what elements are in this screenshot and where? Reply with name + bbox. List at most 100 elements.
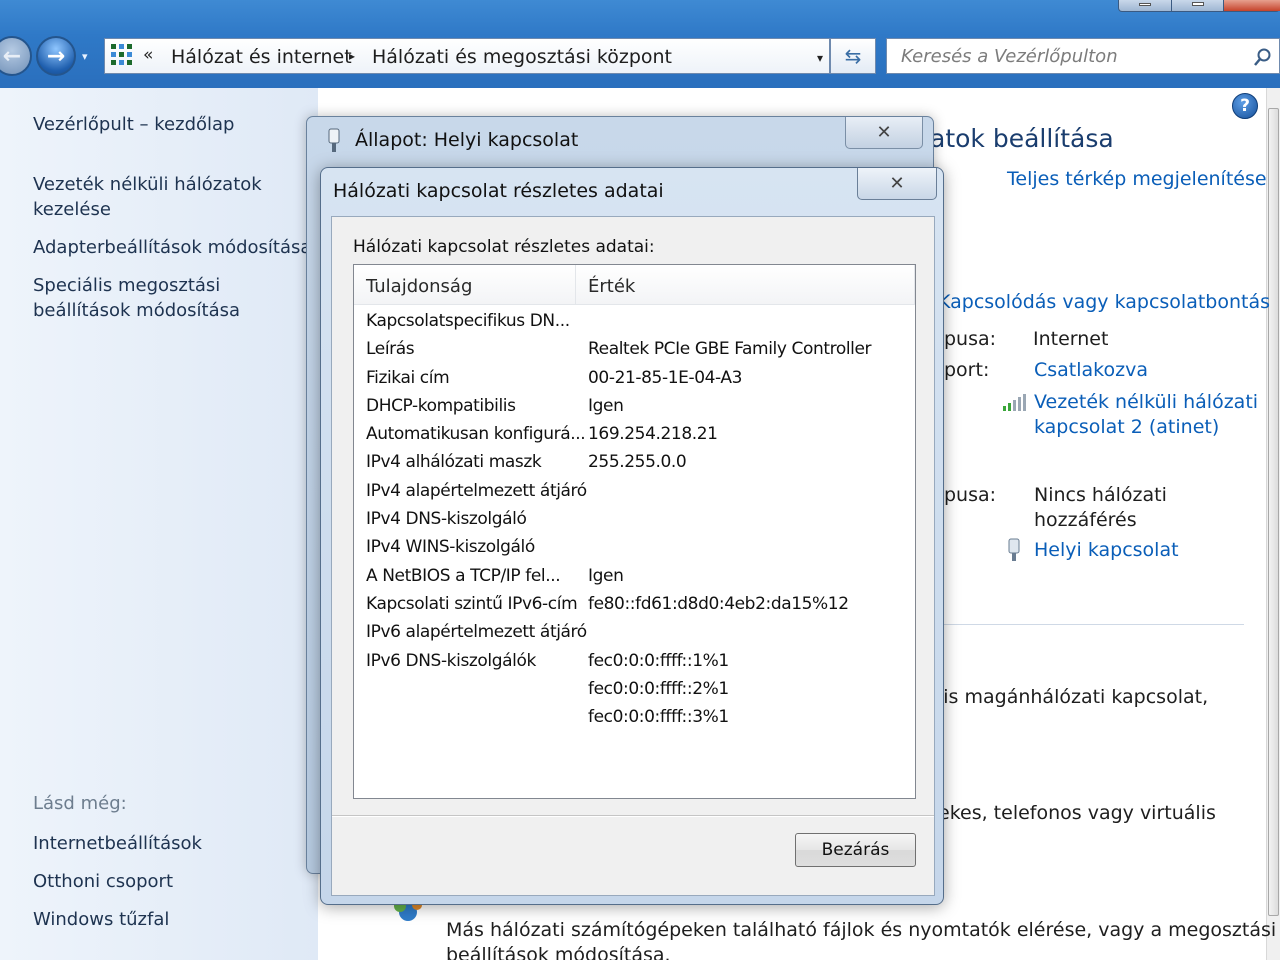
section-divider	[944, 624, 1244, 625]
table-row[interactable]: IPv4 WINS-kiszolgáló	[354, 535, 915, 563]
link-line: Speciális megosztási	[33, 275, 221, 296]
details-label: Hálózati kapcsolat részletes adatai:	[353, 237, 655, 257]
change-adapter-settings-link[interactable]: Adapterbeállítások módosítása	[33, 235, 311, 260]
window-controls	[1118, 0, 1280, 12]
property-cell: IPv4 DNS-kiszolgáló	[366, 509, 527, 530]
homegroup-status-link[interactable]: Csatlakozva	[1034, 359, 1148, 381]
see-also-label: Lásd még:	[33, 793, 127, 814]
table-row[interactable]: Kapcsolati szintű IPv6-cím fe80::fd61:d8d…	[354, 592, 915, 620]
column-divider[interactable]	[575, 265, 576, 305]
table-row[interactable]: fec0:0:0:ffff::3%1	[354, 705, 915, 733]
value-cell: Igen	[588, 395, 624, 416]
wireless-connection-link[interactable]: Vezeték nélküli hálózati kapcsolat 2 (at…	[1034, 390, 1258, 440]
table-row[interactable]: DHCP-kompatibilis Igen	[354, 394, 915, 422]
local-connection-link[interactable]: Helyi kapcsolat	[1034, 539, 1179, 561]
text-line: beállítások módosítása.	[446, 944, 671, 960]
property-cell: DHCP-kompatibilis	[366, 395, 516, 416]
breadcrumb-overflow-icon[interactable]: «	[143, 45, 153, 65]
maximize-icon	[1192, 2, 1204, 6]
manage-wireless-networks-link[interactable]: Vezeték nélküli hálózatok kezelése	[33, 172, 262, 222]
forward-arrow-icon: →	[46, 43, 66, 69]
status-dialog-close-button[interactable]: ✕	[845, 117, 923, 149]
windows-firewall-link[interactable]: Windows tűzfal	[33, 907, 169, 932]
access-type-label: pusa:	[944, 328, 997, 350]
table-row[interactable]: Fizikai cím 00-21-85-1E-04-A3	[354, 366, 915, 394]
close-icon: ✕	[876, 122, 892, 143]
table-row[interactable]: IPv6 DNS-kiszolgálók fec0:0:0:ffff::1%1	[354, 649, 915, 677]
minimize-button[interactable]	[1119, 0, 1171, 11]
see-full-map-link[interactable]: Teljes térkép megjelenítése	[1007, 168, 1267, 190]
access-type-value: Internet	[1033, 328, 1109, 350]
control-panel-icon	[111, 44, 133, 68]
value-cell: Igen	[588, 565, 624, 586]
details-dialog: Hálózati kapcsolat részletes adatai ✕ Há…	[320, 167, 944, 905]
link-line: beállítások módosítása	[33, 300, 241, 321]
details-dialog-close-button[interactable]: ✕	[857, 168, 937, 200]
refresh-button[interactable]: ⇆	[830, 38, 876, 74]
table-row[interactable]: A NetBIOS a TCP/IP fel... Igen	[354, 564, 915, 592]
value-cell: Realtek PCIe GBE Family Controller	[588, 339, 872, 360]
dialog-separator	[332, 815, 934, 817]
ethernet-icon	[1008, 538, 1020, 561]
close-icon: ✕	[889, 173, 905, 194]
property-cell: Automatikusan konfigurá...	[366, 424, 586, 445]
status-dialog-title: Állapot: Helyi kapcsolat	[355, 129, 579, 151]
value-cell: 00-21-85-1E-04-A3	[588, 367, 743, 388]
value-cell: fe80::fd61:d8d0:4eb2:da15%12	[588, 593, 849, 614]
recent-pages-dropdown[interactable]: ▾	[82, 50, 88, 63]
column-header-value[interactable]: Érték	[588, 276, 635, 297]
property-cell: Leírás	[366, 339, 415, 360]
access-type-value-2: Nincs hálózati hozzáférés	[1034, 483, 1167, 533]
column-divider[interactable]	[914, 265, 915, 305]
details-dialog-body: Hálózati kapcsolat részletes adatai: Tul…	[331, 216, 935, 896]
text-line: hozzáférés	[1034, 509, 1137, 531]
breadcrumb-item-sharing-center[interactable]: Hálózati és megosztási központ	[372, 46, 672, 68]
address-bar[interactable]: « Hálózat és internet ▸ Hálózati és mego…	[104, 38, 830, 74]
value-cell: fec0:0:0:ffff::1%1	[588, 650, 729, 671]
ethernet-icon	[328, 128, 340, 152]
scrollbar-thumb[interactable]	[1268, 108, 1279, 916]
list-header: Tulajdonság Érték	[354, 265, 915, 305]
text-line: Más hálózati számítógépeken található fá…	[446, 919, 1277, 941]
table-row[interactable]: fec0:0:0:ffff::2%1	[354, 677, 915, 705]
property-cell: IPv6 DNS-kiszolgálók	[366, 650, 536, 671]
close-button[interactable]: Bezárás	[795, 833, 916, 867]
value-cell: fec0:0:0:ffff::3%1	[588, 707, 729, 728]
details-list[interactable]: Tulajdonság Érték Kapcsolatspecifikus DN…	[353, 264, 916, 799]
column-header-property[interactable]: Tulajdonság	[366, 276, 472, 297]
maximize-button[interactable]	[1171, 0, 1223, 11]
search-icon[interactable]	[1253, 47, 1273, 67]
main-scrollbar[interactable]	[1266, 88, 1280, 960]
address-dropdown-icon[interactable]: ▾	[817, 51, 823, 65]
search-input[interactable]: Keresés a Vezérlőpulton	[886, 38, 1280, 74]
task-description: lis magánhálózati kapcsolat,	[938, 686, 1209, 708]
help-icon[interactable]: ?	[1232, 93, 1258, 119]
table-row[interactable]: IPv4 alapértelmezett átjáró	[354, 479, 915, 507]
value-cell: 169.254.218.21	[588, 424, 718, 445]
advanced-sharing-settings-link[interactable]: Speciális megosztási beállítások módosít…	[33, 273, 240, 323]
link-line: Vezeték nélküli hálózatok	[33, 174, 262, 195]
connect-disconnect-link[interactable]: Kapcsolódás vagy kapcsolatbontás	[938, 291, 1270, 313]
refresh-icon: ⇆	[844, 44, 862, 68]
property-cell: Kapcsolati szintű IPv6-cím	[366, 593, 578, 614]
property-cell: Kapcsolatspecifikus DN...	[366, 311, 570, 331]
task-description: ekes, telefonos vagy virtuális	[938, 802, 1216, 824]
window-close-button[interactable]	[1223, 0, 1280, 11]
table-row[interactable]: Kapcsolatspecifikus DN...	[354, 309, 915, 337]
minimize-icon	[1139, 3, 1151, 6]
forward-button[interactable]: →	[36, 36, 76, 76]
text-line: Nincs hálózati	[1034, 484, 1167, 506]
table-row[interactable]: IPv4 alhálózati maszk 255.255.0.0	[354, 450, 915, 478]
table-row[interactable]: Leírás Realtek PCIe GBE Family Controller	[354, 337, 915, 365]
internet-options-link[interactable]: Internetbeállítások	[33, 831, 202, 856]
table-row[interactable]: IPv6 alapértelmezett átjáró	[354, 620, 915, 648]
table-row[interactable]: Automatikusan konfigurá... 169.254.218.21	[354, 422, 915, 450]
link-line: kezelése	[33, 199, 111, 220]
back-button[interactable]: ←	[0, 36, 32, 76]
homegroup-link[interactable]: Otthoni csoport	[33, 869, 173, 894]
breadcrumb-item-network-internet[interactable]: Hálózat és internet	[171, 46, 352, 68]
control-panel-home-link[interactable]: Vezérlőpult – kezdőlap	[33, 112, 234, 137]
table-row[interactable]: IPv4 DNS-kiszolgáló	[354, 507, 915, 535]
page-heading: atok beállítása	[930, 124, 1114, 153]
breadcrumb-separator-icon[interactable]: ▸	[349, 49, 355, 63]
